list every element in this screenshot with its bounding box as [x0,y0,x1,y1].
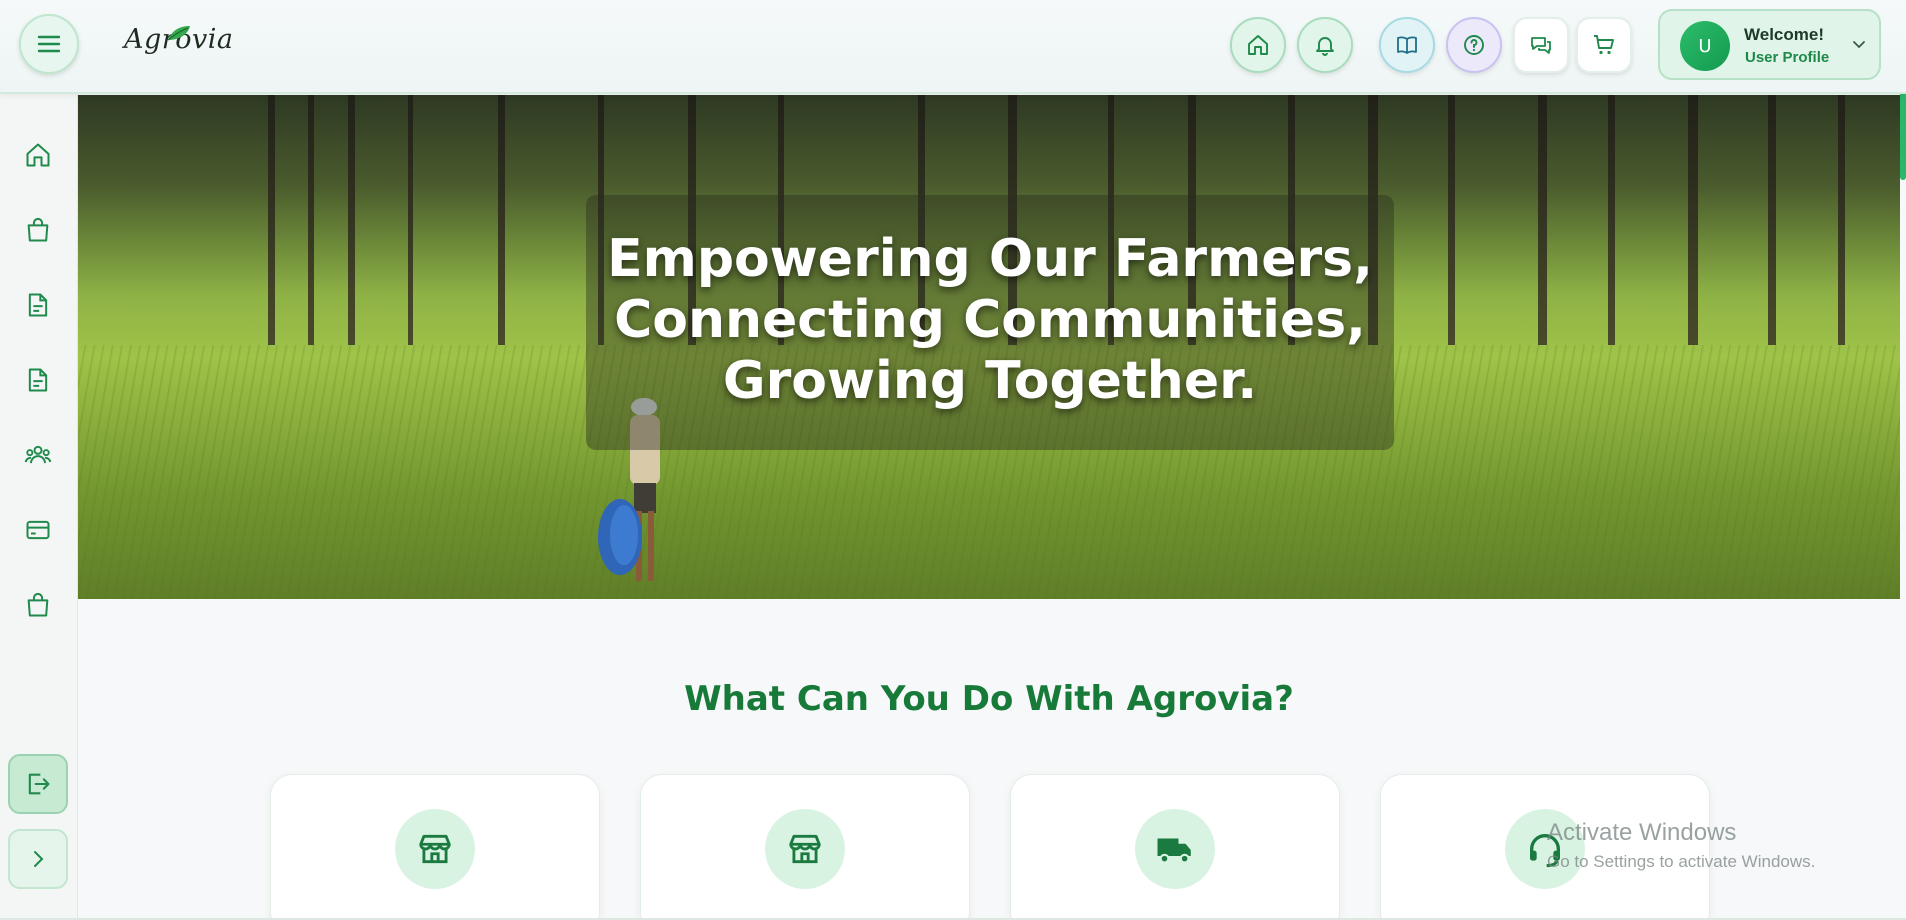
windows-watermark-title: Activate Windows [1547,819,1737,846]
hero-line-2: Connecting Communities, [614,290,1366,350]
sidebar-item-documents[interactable] [19,286,57,324]
sidebar-item-reports[interactable] [19,361,57,399]
hamburger-icon [37,35,61,53]
store-icon [419,834,451,864]
shopping-bag-icon [27,592,49,617]
expand-sidebar-button[interactable] [8,829,68,889]
hero-headline: Empowering Our Farmers, Connecting Commu… [586,229,1394,412]
welcome-text: Welcome! [1744,25,1824,44]
leaf-icon [167,26,190,41]
feature-card[interactable] [270,774,600,920]
chat-icon [1531,37,1551,54]
sidebar-item-community[interactable] [19,436,57,474]
users-icon [24,445,52,464]
bell-icon [1316,37,1334,56]
notifications-button[interactable] [1297,17,1353,73]
top-bar: Agrovia U Welcome! User Profile [0,0,1906,94]
cart-icon [1594,35,1614,55]
hero-line-3: Growing Together. [722,351,1258,411]
user-profile-menu[interactable]: U Welcome! User Profile [1658,9,1881,80]
cart-button[interactable] [1576,17,1632,73]
chevron-down-icon [1853,41,1865,49]
logout-icon [28,773,50,795]
home-icon [26,143,50,167]
feature-card[interactable] [1380,774,1710,920]
features-title: What Can You Do With Agrovia? [684,679,1294,719]
chat-button[interactable] [1513,17,1569,73]
sidebar-item-home[interactable] [19,136,57,174]
chevron-right-icon [34,851,44,867]
help-button[interactable] [1446,17,1502,73]
truck-icon [1157,838,1191,864]
menu-button[interactable] [19,14,79,74]
feature-card[interactable] [640,774,970,920]
home-icon [1248,35,1268,55]
hero-line-1: Empowering Our Farmers, [607,229,1373,289]
credit-card-icon [26,520,50,540]
guide-button[interactable] [1379,17,1435,73]
user-profile-label: User Profile [1745,49,1830,66]
help-icon [1464,35,1484,55]
shopping-bag-icon [27,217,49,242]
home-button[interactable] [1230,17,1286,73]
document-icon [28,368,48,392]
logout-button[interactable] [8,754,68,814]
sidebar-item-marketplace[interactable] [19,211,57,249]
store-icon [789,834,821,864]
sidebar [0,94,78,920]
feature-card[interactable] [1010,774,1340,920]
book-icon [1397,36,1417,54]
sidebar-item-payments[interactable] [19,511,57,549]
sidebar-item-orders[interactable] [19,586,57,624]
document-icon [28,293,48,317]
avatar: U [1680,21,1730,71]
windows-watermark-subtitle: Go to Settings to activate Windows. [1547,852,1816,871]
hero-banner: Empowering Our Farmers, Connecting Commu… [78,95,1900,599]
